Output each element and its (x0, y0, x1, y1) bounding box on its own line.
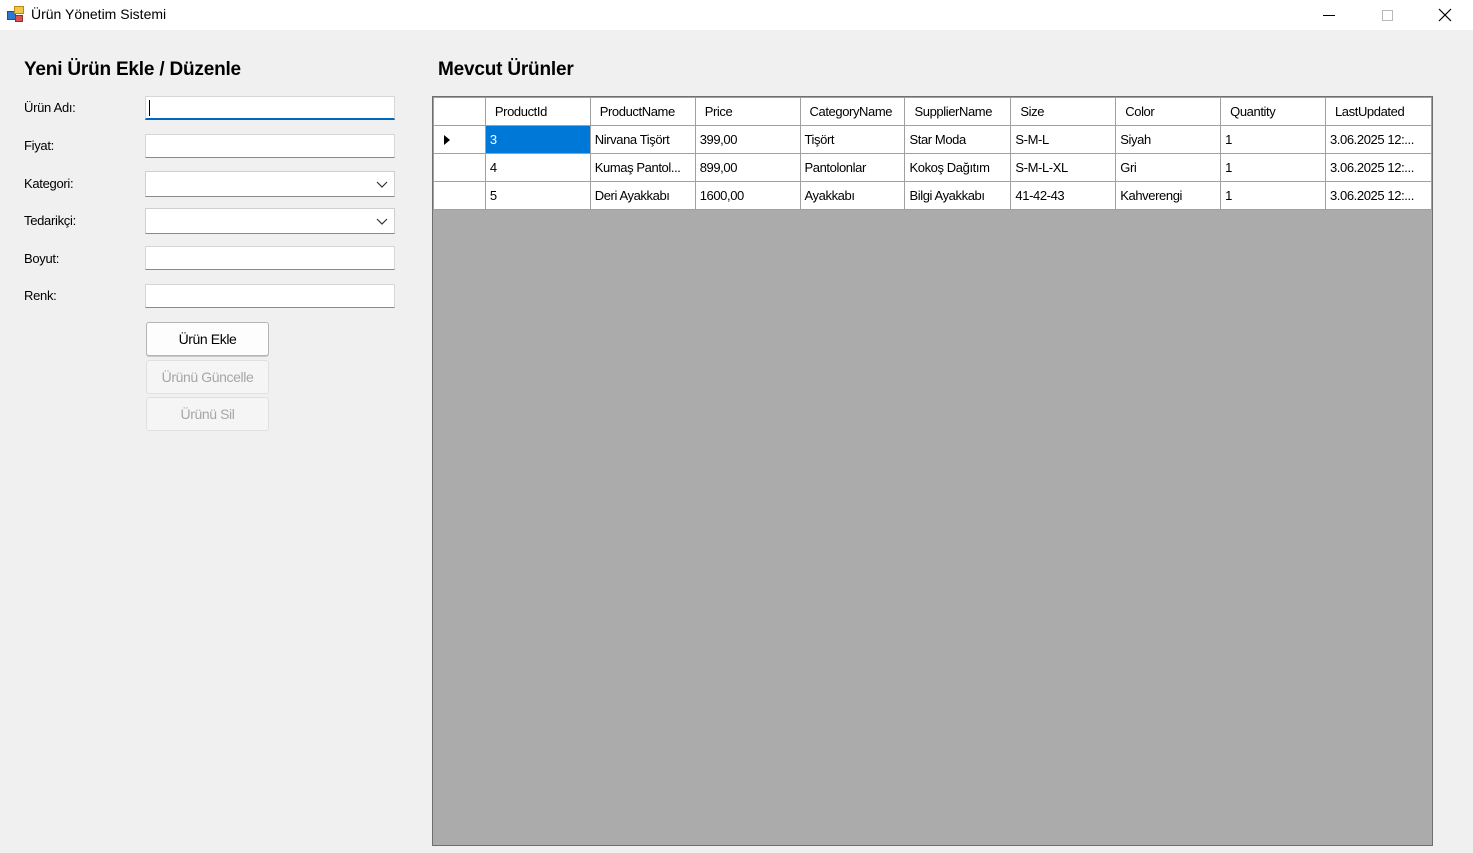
current-row-icon (444, 134, 450, 145)
text-caret (149, 100, 150, 116)
table-cell[interactable]: 899,00 (694, 153, 801, 182)
column-header-color[interactable]: Color (1115, 97, 1222, 126)
column-header-suppliername[interactable]: SupplierName (904, 97, 1012, 126)
table-cell[interactable]: Nirvana Tişört (589, 125, 696, 154)
header-row: ProductId ProductName Price CategoryName… (433, 97, 1433, 126)
app-window: Ürün Yönetim Sistemi Yeni Ürün Ekle / Dü… (0, 0, 1473, 853)
table-cell[interactable]: Kokoş Dağıtım (904, 153, 1012, 182)
row-header[interactable] (433, 181, 486, 210)
table-cell[interactable]: 3.06.2025 12:... (1324, 181, 1433, 210)
table-cell[interactable]: Star Moda (904, 125, 1012, 154)
column-header-productname[interactable]: ProductName (589, 97, 696, 126)
column-header-productid[interactable]: ProductId (484, 97, 591, 126)
table-cell[interactable]: Tişört (799, 125, 906, 154)
window-title: Ürün Yönetim Sistemi (31, 6, 167, 22)
table-row[interactable]: 3 Nirvana Tişört 399,00 Tişört Star Moda… (433, 125, 1433, 154)
table-cell[interactable]: 399,00 (694, 125, 801, 154)
corner-header[interactable] (433, 97, 486, 126)
table-cell[interactable]: 1600,00 (694, 181, 801, 210)
title-bar[interactable]: Ürün Yönetim Sistemi (0, 0, 1473, 30)
row-header[interactable] (433, 125, 486, 154)
maximize-icon (1381, 9, 1393, 21)
column-header-lastupdated[interactable]: LastUpdated (1324, 97, 1433, 126)
column-header-quantity[interactable]: Quantity (1220, 97, 1326, 126)
table-cell[interactable]: 1 (1220, 153, 1326, 182)
table-cell[interactable]: S-M-L-XL (1010, 153, 1117, 182)
table-cell[interactable]: 3 (484, 125, 591, 154)
table-cell[interactable]: Ayakkabı (799, 181, 906, 210)
table-cell[interactable]: 5 (484, 181, 591, 210)
table-cell[interactable]: Pantolonlar (799, 153, 906, 182)
table-cell[interactable]: 41-42-43 (1010, 181, 1117, 210)
color-label: Renk: (24, 288, 57, 303)
color-input[interactable] (145, 284, 395, 308)
maximize-button[interactable] (1358, 0, 1416, 30)
column-header-categoryname[interactable]: CategoryName (799, 97, 906, 126)
table-cell[interactable]: Kahverengi (1115, 181, 1222, 210)
delete-product-button[interactable]: Ürünü Sil (146, 397, 269, 431)
price-input[interactable] (145, 134, 395, 158)
product-name-label: Ürün Adı: (24, 100, 76, 115)
supplier-combobox[interactable] (145, 208, 395, 234)
close-icon (1438, 8, 1452, 22)
table-cell[interactable]: Gri (1115, 153, 1222, 182)
minimize-button[interactable] (1300, 0, 1358, 30)
column-header-price[interactable]: Price (694, 97, 801, 126)
category-label: Kategori: (24, 176, 74, 191)
price-label: Fiyat: (24, 138, 54, 153)
size-label: Boyut: (24, 251, 60, 266)
table-cell[interactable]: 3.06.2025 12:... (1324, 153, 1433, 182)
table-cell[interactable]: S-M-L (1010, 125, 1117, 154)
add-product-button[interactable]: Ürün Ekle (146, 322, 269, 356)
table-cell[interactable]: 1 (1220, 181, 1326, 210)
chevron-down-icon (376, 181, 388, 188)
close-button[interactable] (1416, 0, 1473, 30)
minimize-icon (1323, 14, 1335, 16)
table-cell[interactable]: 4 (484, 153, 591, 182)
row-header[interactable] (433, 153, 486, 182)
product-name-input[interactable] (145, 96, 395, 120)
table-cell[interactable]: Siyah (1115, 125, 1222, 154)
column-header-size[interactable]: Size (1010, 97, 1117, 126)
size-input[interactable] (145, 246, 395, 270)
products-table: ProductId ProductName Price CategoryName… (433, 97, 1433, 210)
table-cell[interactable]: Kumaş Pantol... (589, 153, 696, 182)
table-row[interactable]: 5 Deri Ayakkabı 1600,00 Ayakkabı Bilgi A… (433, 181, 1433, 210)
table-row[interactable]: 4 Kumaş Pantol... 899,00 Pantolonlar Kok… (433, 153, 1433, 182)
table-cell[interactable]: Bilgi Ayakkabı (904, 181, 1012, 210)
products-datagrid[interactable]: ProductId ProductName Price CategoryName… (432, 96, 1433, 846)
table-cell[interactable]: Deri Ayakkabı (589, 181, 696, 210)
table-cell[interactable]: 1 (1220, 125, 1326, 154)
category-combobox[interactable] (145, 171, 395, 197)
table-cell[interactable]: 3.06.2025 12:... (1324, 125, 1433, 154)
app-icon (7, 6, 24, 22)
grid-title: Mevcut Ürünler (438, 59, 574, 80)
form-title: Yeni Ürün Ekle / Düzenle (24, 59, 241, 80)
chevron-down-icon (376, 218, 388, 225)
supplier-label: Tedarikçi: (24, 213, 76, 228)
update-product-button[interactable]: Ürünü Güncelle (146, 360, 269, 394)
